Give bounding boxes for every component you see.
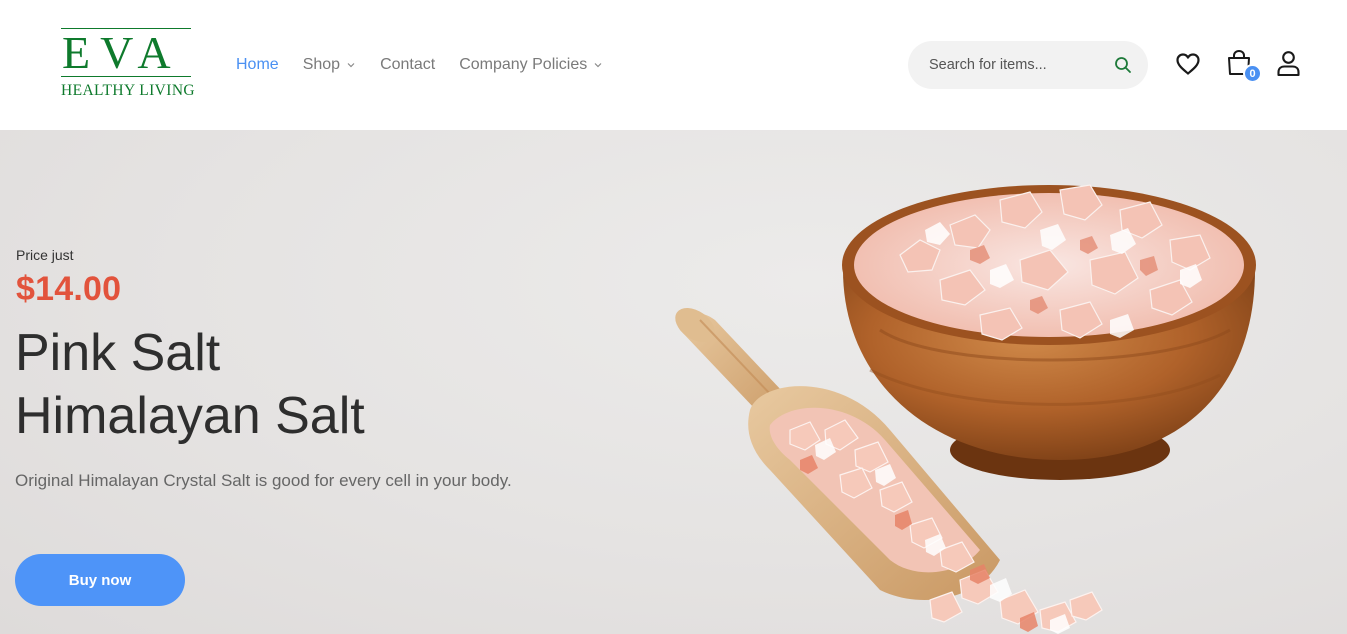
hero-banner: Price just $14.00 Pink Salt Himalayan Sa… bbox=[0, 130, 1347, 634]
cart-count-badge: 0 bbox=[1243, 64, 1262, 83]
nav-item-company-policies[interactable]: Company Policies bbox=[459, 56, 603, 74]
chevron-down-icon bbox=[347, 63, 355, 68]
nav-item-label: Home bbox=[236, 56, 279, 73]
buy-now-button[interactable]: Buy now bbox=[15, 554, 185, 606]
heart-icon[interactable] bbox=[1175, 52, 1201, 76]
search-bar bbox=[908, 41, 1148, 89]
hero-price: $14.00 bbox=[16, 270, 122, 308]
nav-item-shop[interactable]: Shop bbox=[303, 56, 356, 74]
nav-item-home[interactable]: Home bbox=[236, 56, 279, 74]
hero-description: Original Himalayan Crystal Salt is good … bbox=[15, 471, 512, 490]
nav-item-contact[interactable]: Contact bbox=[380, 56, 435, 74]
site-header: EVA HEALTHY LIVING Home Shop Contact Com… bbox=[0, 0, 1347, 130]
hero-title-line: Pink Salt bbox=[15, 324, 221, 382]
hero-title: Pink Salt Himalayan Salt bbox=[15, 322, 365, 448]
nav-item-label: Contact bbox=[380, 56, 436, 73]
logo-tagline: HEALTHY LIVING bbox=[61, 82, 196, 99]
search-icon[interactable] bbox=[1114, 56, 1132, 74]
logo-brand: EVA bbox=[62, 27, 181, 78]
chevron-down-icon bbox=[594, 63, 602, 68]
nav-item-label: Company Policies bbox=[459, 56, 588, 73]
nav-item-label: Shop bbox=[302, 56, 341, 73]
price-label: Price just bbox=[16, 247, 74, 263]
user-icon[interactable] bbox=[1276, 50, 1301, 77]
main-nav: Home Shop Contact Company Policies bbox=[236, 54, 627, 76]
product-image bbox=[675, 184, 1256, 634]
logo-rule-middle bbox=[61, 76, 191, 77]
search-input[interactable] bbox=[929, 57, 1099, 73]
hero-title-line: Himalayan Salt bbox=[15, 387, 365, 445]
logo[interactable]: EVA HEALTHY LIVING bbox=[61, 27, 196, 102]
